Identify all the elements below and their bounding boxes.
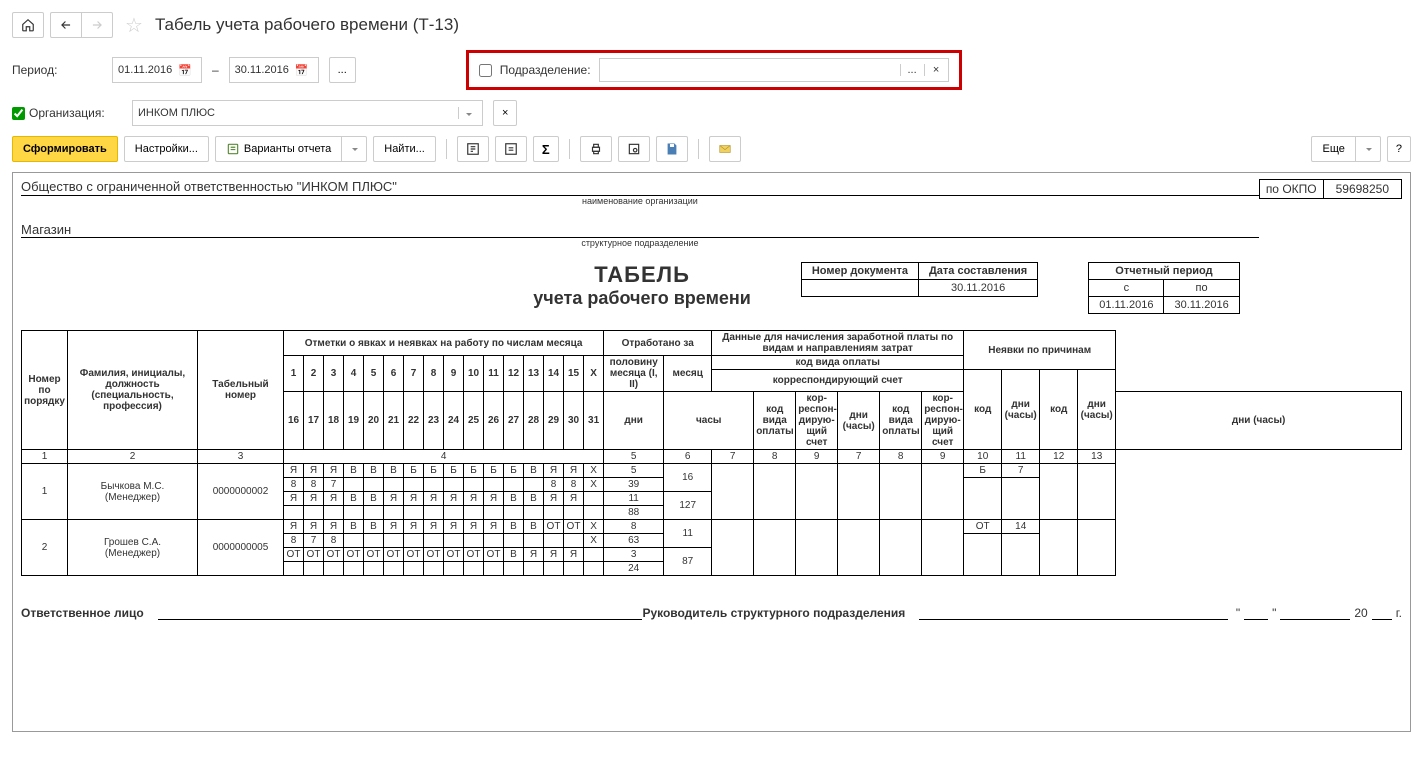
calendar-icon[interactable]: 📅 <box>178 64 192 77</box>
dropdown-icon[interactable] <box>458 107 477 119</box>
organization-select[interactable]: ИНКОМ ПЛЮС <box>132 100 483 126</box>
organization-sublabel: наименование организации <box>21 196 1259 206</box>
subdivision-input[interactable]: ... × <box>599 58 949 82</box>
subdivision-clear-icon[interactable]: × <box>924 64 948 76</box>
organization-checkbox[interactable] <box>12 107 25 120</box>
subdivision-highlight: Подразделение: ... × <box>466 50 962 90</box>
collapse-icon-button[interactable] <box>495 136 527 162</box>
report-variants-dropdown[interactable] <box>341 136 367 162</box>
forward-button[interactable] <box>81 12 113 38</box>
report-area: Общество с ограниченной ответственностью… <box>12 172 1411 732</box>
help-button[interactable]: ? <box>1387 136 1411 162</box>
date-from-input[interactable]: 01.11.2016 📅 <box>112 57 202 83</box>
report-variants-button[interactable]: Варианты отчета <box>215 136 342 162</box>
more-dropdown[interactable] <box>1355 136 1381 162</box>
calendar-icon[interactable]: 📅 <box>295 64 309 77</box>
save-button[interactable] <box>656 136 688 162</box>
preview-button[interactable] <box>618 136 650 162</box>
top-nav-bar: ☆ Табель учета рабочего времени (Т-13) <box>12 12 1411 38</box>
favorite-star-icon[interactable]: ☆ <box>125 13 143 38</box>
find-button[interactable]: Найти... <box>373 136 436 162</box>
sum-icon-button[interactable]: Σ <box>533 136 559 162</box>
okpo-value: 59698250 <box>1323 179 1402 199</box>
head-label: Руководитель структурного подразделения <box>642 606 905 620</box>
settings-button[interactable]: Настройки... <box>124 136 209 162</box>
tabel-title: ТАБЕЛЬ учета рабочего времени <box>533 262 751 309</box>
period-row: Период: 01.11.2016 📅 – 30.11.2016 📅 ... … <box>12 50 1411 90</box>
department-sublabel: структурное подразделение <box>21 238 1259 248</box>
date-to-input[interactable]: 30.11.2016 📅 <box>229 57 319 83</box>
email-button[interactable] <box>709 136 741 162</box>
subdivision-checkbox[interactable] <box>479 64 492 77</box>
generate-button[interactable]: Сформировать <box>12 136 118 162</box>
page-title: Табель учета рабочего времени (Т-13) <box>155 15 459 35</box>
timesheet-table: Номер по порядку Фамилия, инициалы, долж… <box>21 330 1402 576</box>
responsible-label: Ответственное лицо <box>21 606 144 620</box>
back-button[interactable] <box>50 12 82 38</box>
organization-clear-button[interactable]: × <box>493 100 517 126</box>
subdivision-dots-icon[interactable]: ... <box>900 64 924 76</box>
department-name: Магазин <box>21 222 1259 238</box>
period-label: Период: <box>12 63 102 77</box>
toolbar: Сформировать Настройки... Варианты отчет… <box>12 136 1411 162</box>
expand-icon-button[interactable] <box>457 136 489 162</box>
doc-info-table: Номер документаДата составления 30.11.20… <box>801 262 1038 297</box>
organization-name: Общество с ограниченной ответственностью… <box>21 179 1259 196</box>
home-button[interactable] <box>12 12 44 38</box>
okpo-label: по ОКПО <box>1259 179 1323 199</box>
period-dots-button[interactable]: ... <box>329 57 356 83</box>
more-button[interactable]: Еще <box>1311 136 1355 162</box>
org-row: Организация: ИНКОМ ПЛЮС × <box>12 100 1411 126</box>
print-button[interactable] <box>580 136 612 162</box>
organization-label: Организация: <box>29 106 105 120</box>
report-period-table: Отчетный период спо 01.11.201630.11.2016 <box>1088 262 1240 314</box>
signature-footer: Ответственное лицо Руководитель структур… <box>21 606 1402 620</box>
subdivision-label: Подразделение: <box>500 63 591 77</box>
